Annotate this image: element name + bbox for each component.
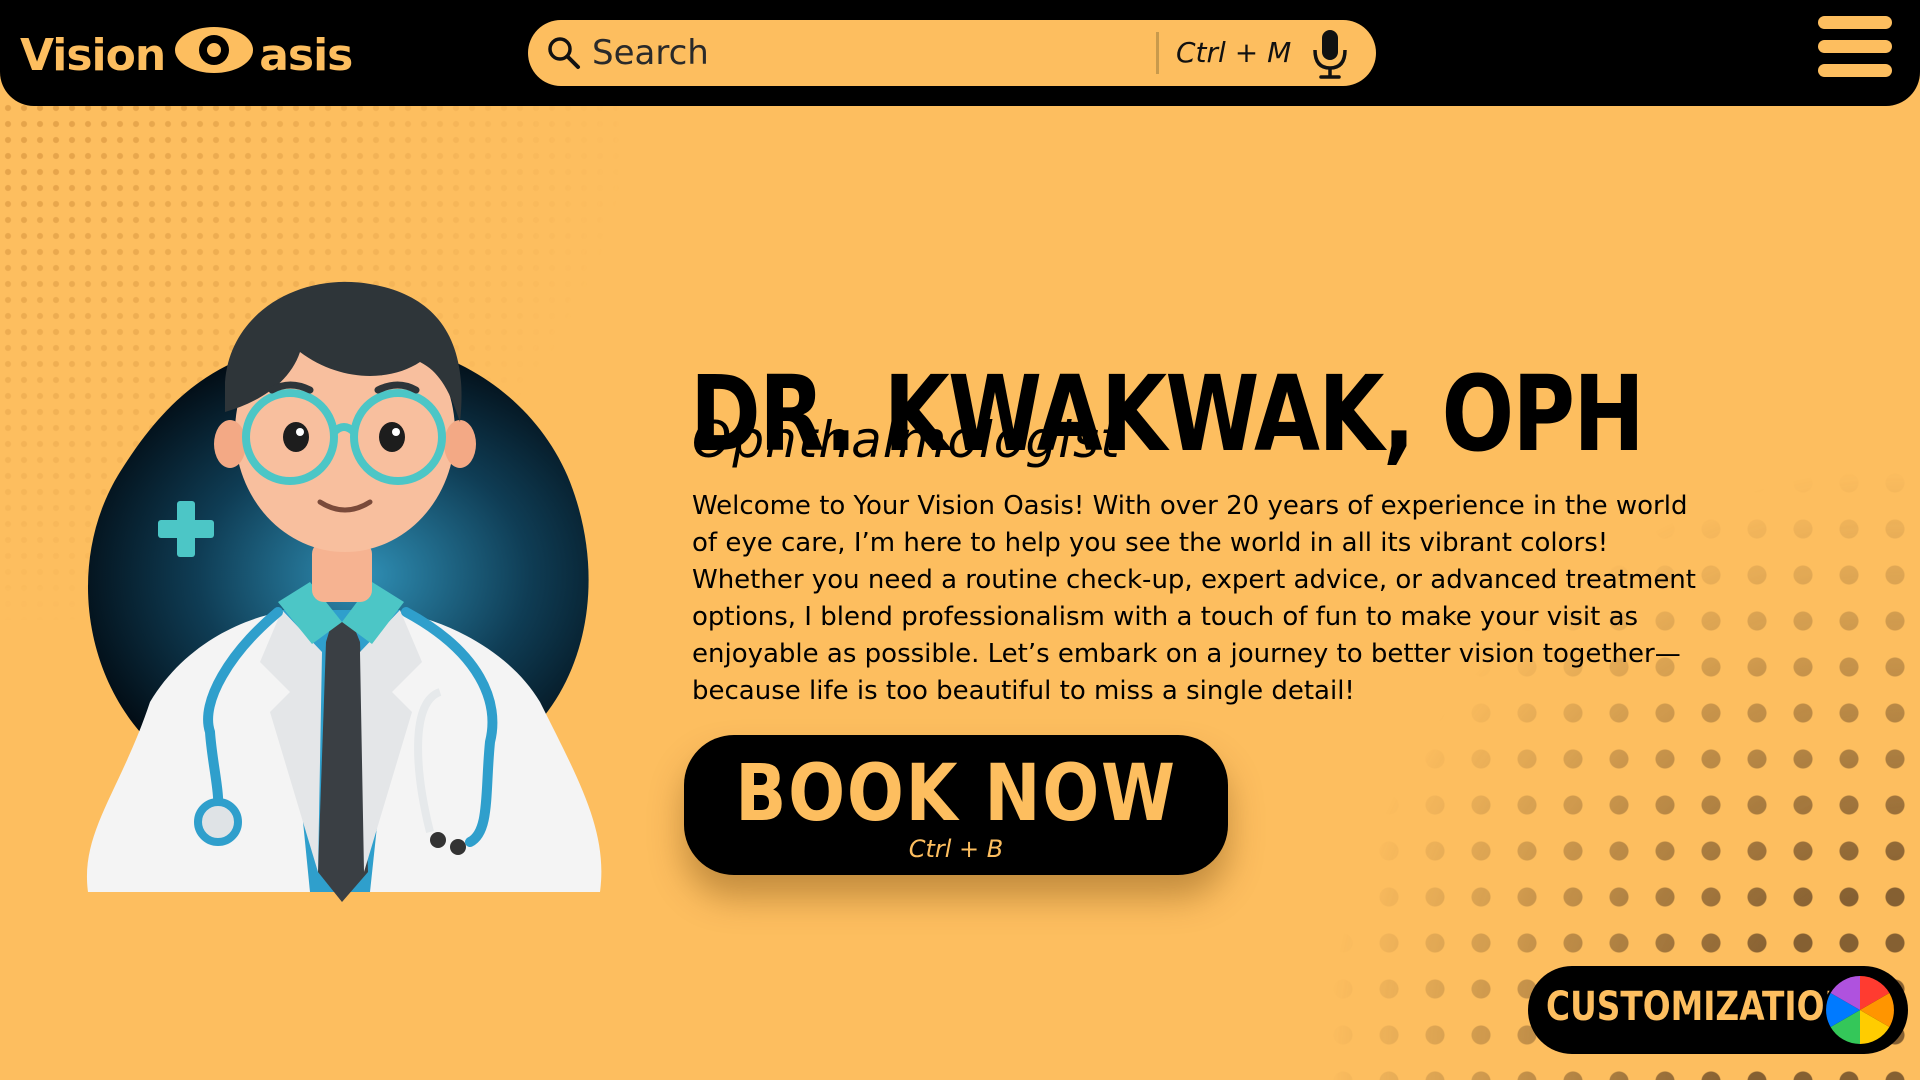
voice-search-shortcut: Ctrl + M xyxy=(1176,36,1292,69)
hamburger-menu-icon[interactable] xyxy=(1818,16,1892,88)
doctor-title: Ophthalmologist xyxy=(692,411,1121,469)
search-input[interactable] xyxy=(592,28,1072,78)
vision-oasis-logo[interactable]: Vision asis xyxy=(20,20,353,90)
logo-text-vision: Vision xyxy=(20,29,166,81)
menu-bar xyxy=(1818,40,1892,53)
microphone-icon[interactable] xyxy=(1310,28,1350,84)
top-navigation-bar: Vision asis Ctrl + M xyxy=(0,0,1920,106)
eye-logo-icon xyxy=(173,25,255,86)
menu-bar xyxy=(1818,16,1892,29)
search-bar: Ctrl + M xyxy=(528,20,1376,86)
logo-text-asis: asis xyxy=(259,29,353,81)
doctor-illustration xyxy=(60,272,620,916)
search-icon[interactable] xyxy=(546,35,582,75)
book-now-shortcut: Ctrl + B xyxy=(908,835,1004,863)
menu-bar xyxy=(1818,64,1892,77)
book-now-button[interactable]: BOOK NOW Ctrl + B xyxy=(684,735,1228,875)
customization-button[interactable]: CUSTOMIZATION xyxy=(1528,966,1908,1054)
color-wheel-icon xyxy=(1822,972,1898,1052)
doctor-bio: Welcome to Your Vision Oasis! With over … xyxy=(692,491,1696,706)
customization-label: CUSTOMIZATION xyxy=(1546,984,1852,1030)
book-now-label: BOOK NOW xyxy=(735,749,1177,839)
search-divider xyxy=(1156,32,1159,74)
